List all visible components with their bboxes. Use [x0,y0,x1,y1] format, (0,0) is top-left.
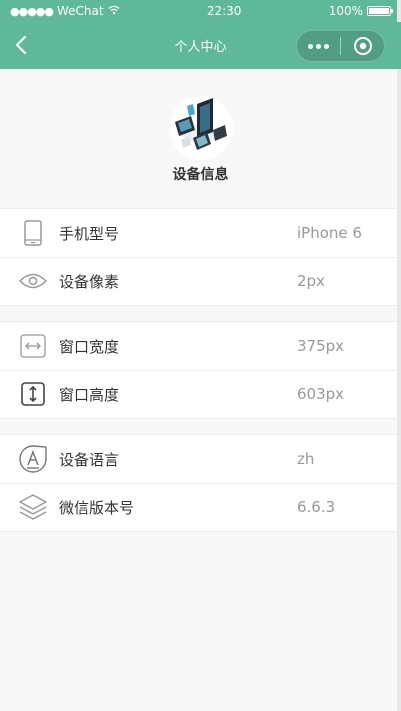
row-value: 6.6.3 [297,498,336,516]
phone-screen: ●●●●● WeChat 22:30 100% 个人中心 设备信息 手机型号 i… [0,0,401,711]
row-value: iPhone 6 [297,224,362,242]
status-left: ●●●●● WeChat [10,4,120,18]
row-label: 窗口宽度 [59,337,120,356]
battery-percent: 100% [328,4,363,18]
layers-icon [18,492,48,522]
row-value: 2px [297,272,325,290]
carrier-label: WeChat [57,4,104,18]
info-group: 设备语言 zh 微信版本号 6.6.3 [0,434,401,532]
list-item: 窗口宽度 375px [0,322,401,370]
battery-icon [367,6,393,16]
phone-icon [18,218,48,248]
list-item: 设备像素 2px [0,257,401,305]
more-button[interactable] [297,31,340,61]
info-group: 窗口宽度 375px 窗口高度 603px [0,321,401,419]
row-value: 375px [297,337,345,355]
device-info-header: 设备信息 [0,69,401,208]
nav-bar: 个人中心 [0,22,401,69]
more-dots-icon [308,43,329,49]
row-label: 设备语言 [59,450,120,469]
header-title: 设备信息 [172,167,229,183]
status-time: 22:30 [206,4,242,18]
row-value: 603px [297,385,345,403]
close-miniprogram-button[interactable] [341,31,384,61]
status-bar: ●●●●● WeChat 22:30 100% [0,0,401,22]
width-arrows-icon [18,331,48,361]
row-label: 微信版本号 [59,498,135,517]
page-title: 个人中心 [174,40,227,55]
language-icon [18,444,48,474]
row-label: 设备像素 [59,272,120,291]
back-button[interactable] [8,32,34,58]
row-label: 手机型号 [59,224,120,243]
list-item: 手机型号 iPhone 6 [0,209,401,257]
row-label: 窗口高度 [59,385,120,404]
list-item: 设备语言 zh [0,435,401,483]
info-group: 手机型号 iPhone 6 设备像素 2px [0,208,401,306]
chevron-left-icon [15,35,27,55]
wifi-icon [108,4,120,18]
list-item: 微信版本号 6.6.3 [0,483,401,531]
list-item: 窗口高度 603px [0,370,401,418]
eye-icon [18,266,48,296]
status-right: 100% [328,4,393,18]
target-circle-icon [353,37,372,55]
row-value: zh [297,450,315,468]
menu-capsule [296,30,385,62]
devices-logo-icon [168,96,233,160]
height-arrows-icon [18,379,48,409]
signal-dots-icon: ●●●●● [10,4,54,18]
